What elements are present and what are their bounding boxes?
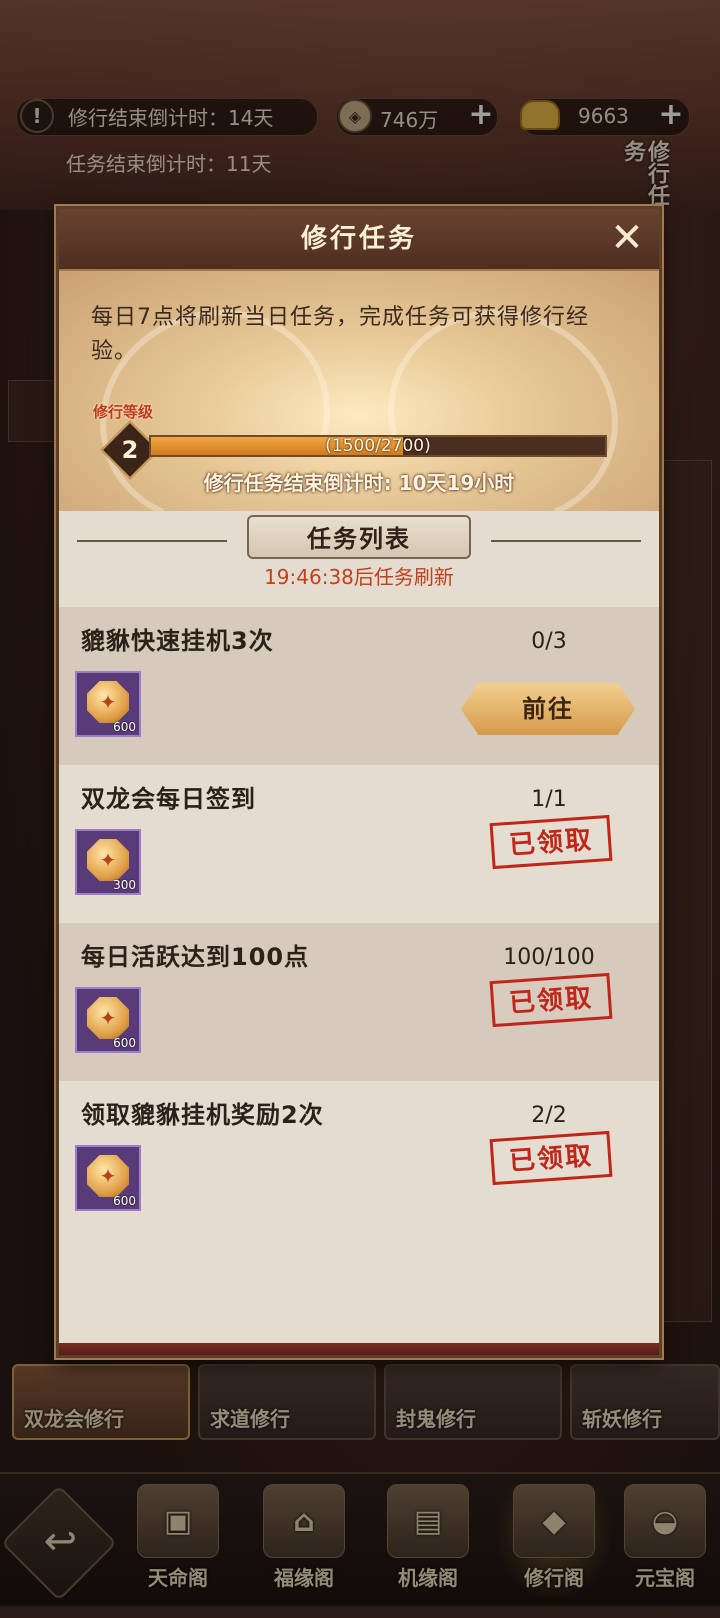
dialog-title: 修行任务: [300, 224, 417, 254]
task-progress: 100/100: [503, 945, 595, 970]
reward-item[interactable]: ✦ 300: [75, 829, 141, 895]
task-row: 领取貔貅挂机奖励2次 2/2 ✦ 600 已领取: [59, 1081, 659, 1239]
reward-count: 600: [113, 720, 136, 734]
exp-progress-bar: (1500/2700): [149, 435, 607, 457]
dialog-footer: [59, 1343, 659, 1355]
task-name: 双龙会每日签到: [81, 785, 256, 813]
divider-left: [77, 540, 227, 542]
task-progress: 2/2: [531, 1103, 567, 1128]
task-name: 领取貔貅挂机奖励2次: [81, 1101, 324, 1129]
refresh-countdown: 19:46:38后任务刷新: [264, 565, 454, 589]
task-row: 双龙会每日签到 1/1 ✦ 300 已领取: [59, 765, 659, 923]
task-end-countdown: 修行任务结束倒计时: 10天19小时: [203, 471, 515, 495]
reward-count: 600: [113, 1036, 136, 1050]
exp-token-icon: ✦: [87, 681, 129, 723]
task-list-title: 任务列表: [247, 515, 471, 559]
reward-item[interactable]: ✦ 600: [75, 1145, 141, 1211]
reward-item[interactable]: ✦ 600: [75, 987, 141, 1053]
exp-progress-text: (1500/2700): [325, 436, 431, 456]
exp-token-icon: ✦: [87, 1155, 129, 1197]
task-name: 每日活跃达到100点: [81, 943, 310, 971]
task-name: 貔貅快速挂机3次: [81, 627, 274, 655]
reward-item[interactable]: ✦ 600: [75, 671, 141, 737]
reward-count: 300: [113, 878, 136, 892]
claimed-stamp: 已领取: [489, 972, 613, 1028]
task-row: 貔貅快速挂机3次 0/3 ✦ 600 前往: [59, 607, 659, 765]
task-progress: 0/3: [531, 629, 567, 654]
description-text: 每日7点将刷新当日任务，完成任务可获得修行经验。: [91, 305, 589, 364]
level-number: 2: [121, 436, 139, 464]
task-row: 每日活跃达到100点 100/100 ✦ 600 已领取: [59, 923, 659, 1081]
exp-token-icon: ✦: [87, 997, 129, 1039]
claimed-stamp: 已领取: [489, 814, 613, 870]
close-icon[interactable]: ✕: [605, 217, 649, 261]
info-panel: 每日7点将刷新当日任务，完成任务可获得修行经验。 修行等级 2 (1500/27…: [59, 271, 659, 511]
level-label: 修行等级: [93, 403, 154, 421]
reward-count: 600: [113, 1194, 136, 1208]
task-progress: 1/1: [531, 787, 567, 812]
claimed-stamp: 已领取: [489, 1130, 613, 1186]
cultivation-task-dialog: 修行任务 ✕ 每日7点将刷新当日任务，完成任务可获得修行经验。 修行等级 2 (…: [56, 206, 662, 1358]
go-button[interactable]: 前往: [461, 683, 635, 735]
exp-token-icon: ✦: [87, 839, 129, 881]
divider-right: [491, 540, 641, 542]
